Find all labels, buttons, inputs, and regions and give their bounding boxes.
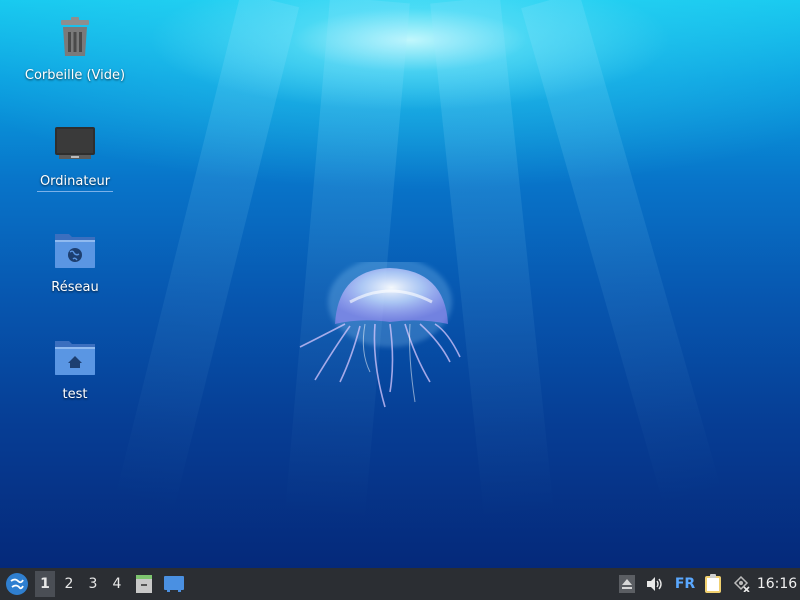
- computer-icon: [55, 127, 95, 159]
- workspace-2[interactable]: 2: [59, 571, 79, 597]
- desktop-icon-network[interactable]: Réseau: [20, 228, 130, 297]
- workspace-4[interactable]: 4: [107, 571, 127, 597]
- desktop-icon-label: Corbeille (Vide): [24, 68, 126, 83]
- volume-button[interactable]: [644, 568, 666, 600]
- clock-label: 16:16: [756, 576, 798, 592]
- light-ray: [521, 0, 723, 509]
- clipboard-icon: [705, 574, 721, 593]
- desktop-icon-label: Réseau: [51, 280, 99, 295]
- workspace-label: 1: [40, 576, 50, 592]
- network-folder-icon: [55, 234, 95, 268]
- show-desktop-button[interactable]: [161, 568, 187, 600]
- trash-icon: [61, 17, 89, 56]
- file-manager-launcher[interactable]: [132, 568, 156, 600]
- light-ray: [115, 0, 300, 512]
- desktop-icon-trash[interactable]: Corbeille (Vide): [20, 16, 130, 85]
- home-folder-icon: [55, 341, 95, 375]
- desktop[interactable]: Corbeille (Vide) Ordinateur Réseau test: [0, 0, 800, 568]
- xubuntu-logo-icon: [6, 573, 28, 595]
- workspace-1[interactable]: 1: [35, 571, 55, 597]
- keyboard-layout-indicator[interactable]: FR: [672, 568, 698, 600]
- network-disconnected-icon: [733, 576, 750, 592]
- whisker-menu-button[interactable]: [2, 568, 32, 600]
- file-cabinet-icon: [136, 575, 152, 593]
- desktop-icon: [164, 576, 184, 592]
- desktop-icon-label: Ordinateur: [36, 173, 114, 192]
- workspace-label: 3: [88, 576, 98, 592]
- light-ray: [284, 0, 410, 522]
- desktop-icon-computer[interactable]: Ordinateur: [20, 122, 130, 192]
- network-status-button[interactable]: [730, 568, 752, 600]
- desktop-icon-home-folder[interactable]: test: [20, 335, 130, 404]
- taskbar-panel: 1 2 3 4 FR 16:16: [0, 568, 800, 600]
- keyboard-layout-label: FR: [674, 576, 696, 592]
- workspace-label: 4: [112, 576, 122, 592]
- clock[interactable]: 16:16: [756, 568, 798, 600]
- workspace-label: 2: [64, 576, 74, 592]
- desktop-icon-label: test: [62, 387, 88, 402]
- workspace-3[interactable]: 3: [83, 571, 103, 597]
- speaker-icon: [647, 577, 662, 591]
- jellyfish-wallpaper-image: [299, 262, 461, 408]
- eject-icon: [619, 575, 635, 593]
- clipboard-manager-button[interactable]: [702, 568, 724, 600]
- eject-button[interactable]: [616, 568, 638, 600]
- light-ray: [430, 0, 555, 521]
